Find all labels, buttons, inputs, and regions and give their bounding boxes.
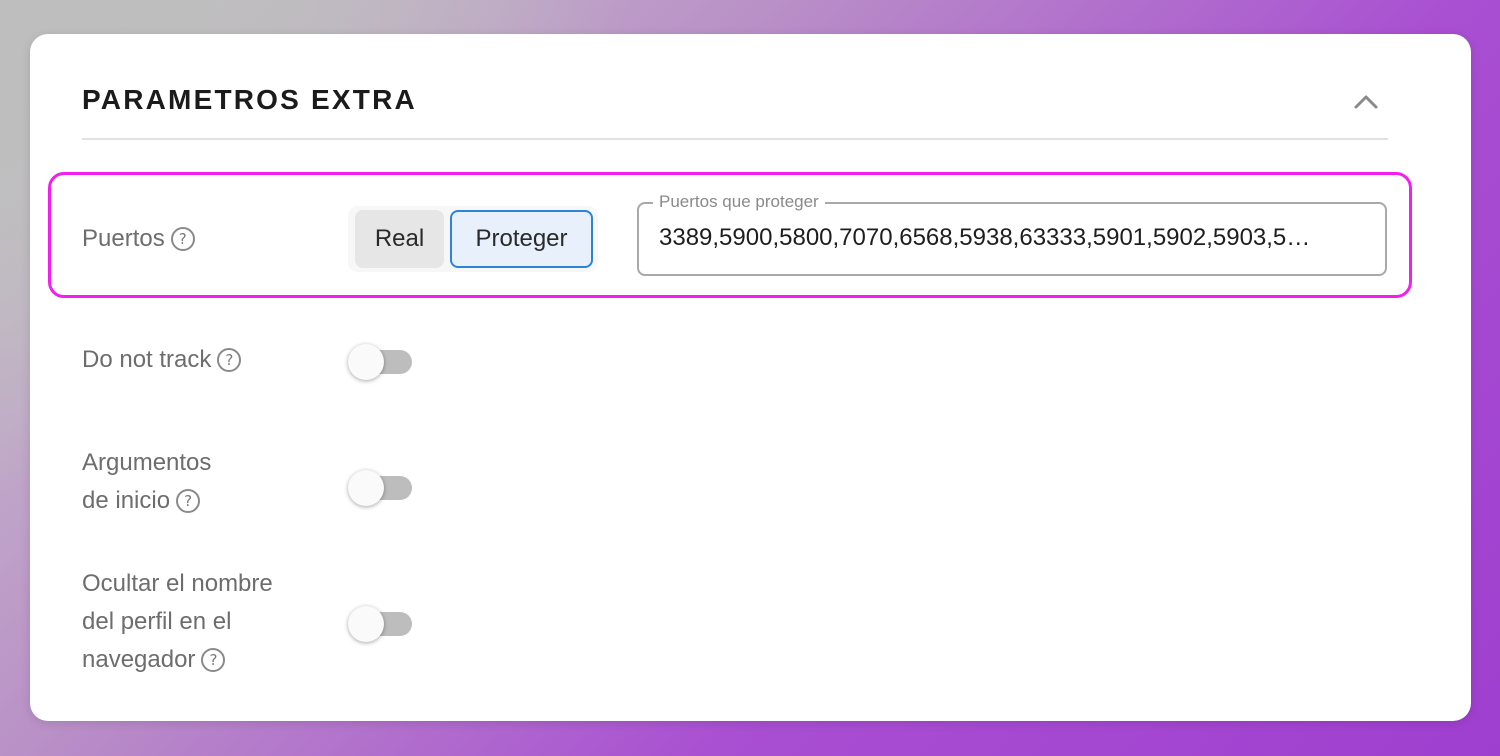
toggle-thumb bbox=[348, 344, 384, 380]
collapse-button[interactable] bbox=[1344, 82, 1388, 122]
launch-args-label-line2: de inicio bbox=[82, 487, 171, 514]
toggle-thumb bbox=[348, 470, 384, 506]
help-icon[interactable]: ? bbox=[170, 227, 195, 251]
help-icon[interactable]: ? bbox=[201, 648, 226, 672]
ports-label-text: Puertos bbox=[82, 225, 165, 252]
ports-field-label: Puertos que proteger bbox=[653, 192, 825, 212]
hide-profile-name-label: Ocultar el nombre del perfil en el naveg… bbox=[82, 565, 273, 679]
ports-label: Puertos? bbox=[82, 220, 195, 258]
ports-to-protect-field[interactable]: Puertos que proteger 3389,5900,5800,7070… bbox=[637, 192, 1387, 276]
launch-args-toggle[interactable] bbox=[348, 470, 412, 506]
launch-args-label: Argumentos de inicio? bbox=[82, 444, 211, 520]
mode-real-button[interactable]: Real bbox=[355, 210, 444, 268]
panel-title: PARAMETROS EXTRA bbox=[82, 84, 417, 115]
ports-mode-selector: Real Proteger bbox=[348, 206, 598, 272]
ports-field-value[interactable]: 3389,5900,5800,7070,6568,5938,63333,5901… bbox=[659, 224, 1359, 252]
do-not-track-label: Do not track? bbox=[82, 341, 242, 379]
help-icon[interactable]: ? bbox=[217, 348, 242, 372]
panel-header: PARAMETROS EXTRA bbox=[82, 34, 1388, 140]
do-not-track-toggle[interactable] bbox=[348, 344, 412, 380]
extra-params-card: PARAMETROS EXTRA Puertos? Real Proteger … bbox=[30, 34, 1471, 721]
help-icon[interactable]: ? bbox=[176, 489, 201, 513]
mode-protect-button[interactable]: Proteger bbox=[450, 210, 593, 268]
chevron-up-icon bbox=[1354, 95, 1378, 109]
hide-profile-label-line3: navegador bbox=[82, 646, 196, 673]
launch-args-label-line1: Argumentos bbox=[82, 449, 212, 476]
hide-profile-name-toggle[interactable] bbox=[348, 606, 412, 642]
toggle-thumb bbox=[348, 606, 384, 642]
do-not-track-label-text: Do not track bbox=[82, 346, 212, 373]
hide-profile-label-line2: del perfil en el bbox=[82, 608, 232, 635]
hide-profile-label-line1: Ocultar el nombre bbox=[82, 570, 273, 597]
